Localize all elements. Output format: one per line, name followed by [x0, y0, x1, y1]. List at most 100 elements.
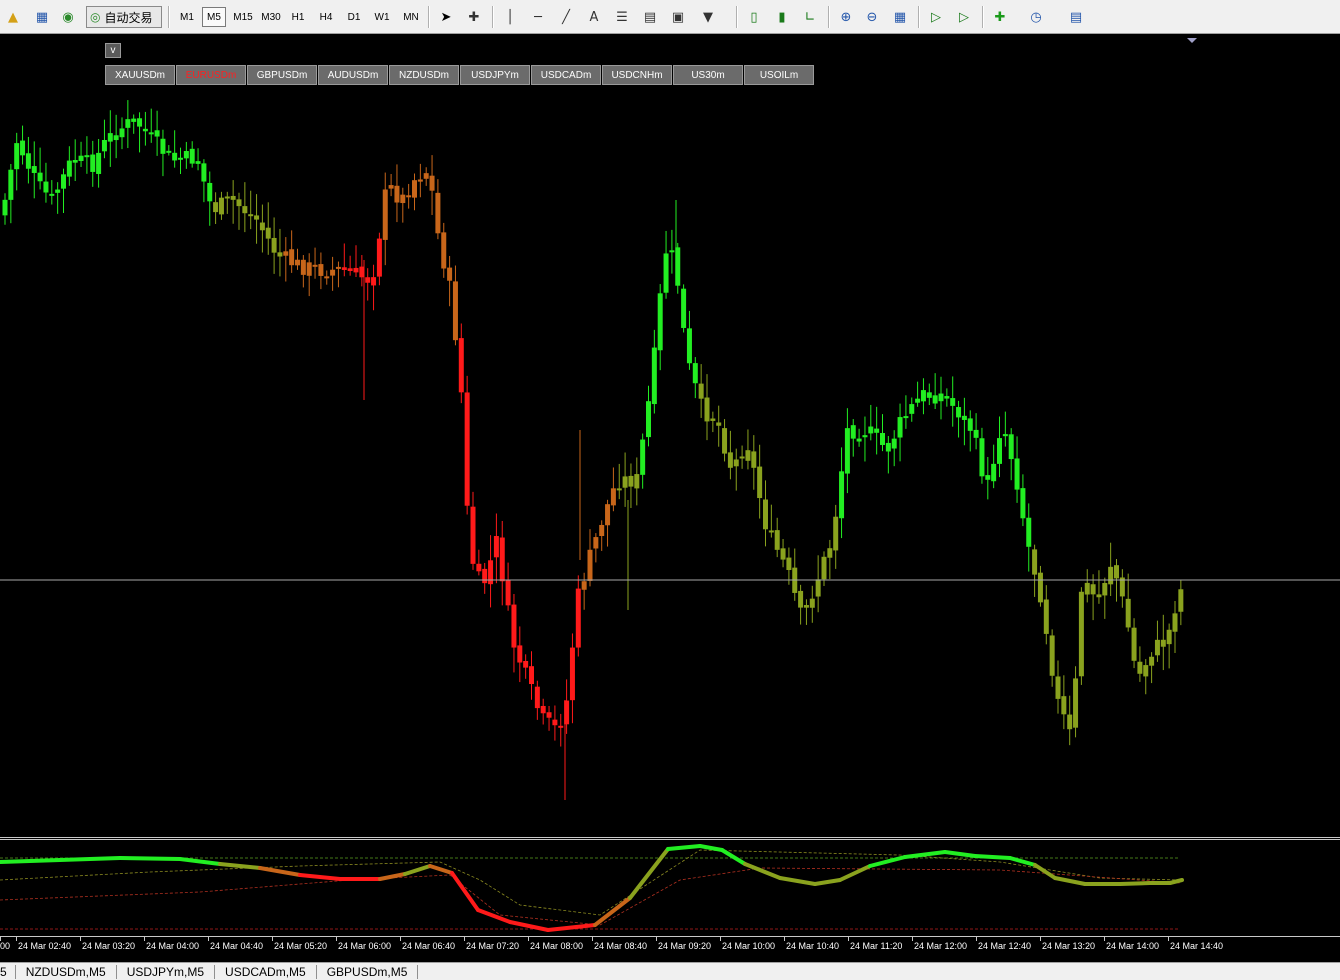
tile-windows-icon[interactable]: ▦: [890, 7, 910, 27]
text-tool-icon[interactable]: A: [584, 7, 604, 27]
channel-icon[interactable]: ▤: [640, 7, 660, 27]
autoscroll-icon[interactable]: ▷: [926, 7, 946, 27]
zoom-in-icon[interactable]: ⊕: [836, 7, 856, 27]
collapse-button[interactable]: v: [105, 43, 121, 58]
trendline-icon[interactable]: ╱: [556, 7, 576, 27]
candle-body: [1102, 582, 1108, 596]
candle-body: [271, 237, 277, 253]
chart-tab[interactable]: NZDUSDm,M5: [16, 964, 117, 979]
timeframe-m30[interactable]: M30: [258, 7, 284, 27]
candle-body: [862, 435, 868, 438]
horizontal-line-icon[interactable]: ─: [528, 7, 548, 27]
oscillator-segment: [178, 857, 222, 866]
chart-shift-icon[interactable]: ▷: [954, 7, 974, 27]
folder-icon[interactable]: ▲: [3, 7, 23, 27]
line-chart-icon[interactable]: ∟: [800, 7, 820, 27]
timeframe-m5[interactable]: M5: [202, 7, 226, 27]
chart-tab[interactable]: USDJPYm,M5: [117, 964, 216, 979]
candle-body: [447, 267, 453, 281]
auto-trading-button[interactable]: ◎ 自动交易: [86, 6, 162, 28]
candle-body: [938, 393, 944, 402]
candle-body: [1166, 629, 1172, 645]
profiles-icon[interactable]: ▦: [32, 7, 52, 27]
candle-body: [423, 173, 429, 179]
oscillator-segment: [450, 871, 480, 912]
timeframe-h1[interactable]: H1: [286, 7, 310, 27]
cursor-icon[interactable]: ➤: [436, 7, 456, 27]
candle-body: [1008, 434, 1014, 460]
symbol-button-eurusdm[interactable]: EURUSDm: [176, 65, 246, 85]
candle-body: [780, 548, 786, 560]
candle-body: [844, 428, 850, 474]
chart-tab[interactable]: GBPUSDm,M5: [317, 964, 419, 979]
timeframe-d1[interactable]: D1: [342, 7, 366, 27]
label-tool-icon[interactable]: ▣: [668, 7, 688, 27]
crosshair-icon[interactable]: ✚: [464, 7, 484, 27]
templates-icon[interactable]: ▤: [1066, 7, 1086, 27]
auto-trading-label: 自动交易: [104, 10, 153, 25]
chart-tab[interactable]: 5: [0, 964, 16, 979]
candle-body: [353, 267, 359, 273]
candle-body: [295, 259, 300, 266]
time-tick: [848, 937, 849, 941]
symbol-button-nzdusdm[interactable]: NZDUSDm: [389, 65, 459, 85]
symbol-button-usdcadm[interactable]: USDCADm: [531, 65, 601, 85]
periods-icon[interactable]: ◷: [1026, 7, 1046, 27]
symbol-button-xauusdm[interactable]: XAUUSDm: [105, 65, 175, 85]
candle-body: [610, 488, 616, 506]
candle-body: [137, 118, 143, 127]
candle-body: [1125, 598, 1131, 628]
signal-icon[interactable]: ◉: [58, 7, 78, 27]
symbol-button-usoilm[interactable]: USOILm: [744, 65, 814, 85]
candle-body: [101, 140, 107, 152]
symbol-button-usdjpym[interactable]: USDJPYm: [460, 65, 530, 85]
candle-body: [1149, 656, 1155, 666]
candle-body: [517, 645, 523, 663]
time-tick: [336, 937, 337, 941]
oscillator-segment: [838, 864, 872, 882]
symbol-button-usdcnhm[interactable]: USDCNHm: [602, 65, 672, 85]
candle-body: [926, 392, 932, 398]
vertical-line-icon[interactable]: │: [500, 7, 520, 27]
candle-body: [1067, 714, 1073, 730]
candle-body: [335, 266, 341, 269]
oscillator-segment: [1168, 878, 1184, 885]
timeframe-w1[interactable]: W1: [370, 7, 394, 27]
candle-body: [283, 251, 289, 256]
timeframe-m15[interactable]: M15: [230, 7, 256, 27]
candle-body: [821, 556, 827, 580]
bar-chart-icon[interactable]: ▯: [744, 7, 764, 27]
symbol-button-gbpusdm[interactable]: GBPUSDm: [247, 65, 317, 85]
candle-body: [1043, 599, 1049, 634]
candle-body: [259, 222, 265, 231]
indicators-icon[interactable]: ✚: [990, 7, 1010, 27]
shapes-dropdown-icon[interactable]: ▼: [698, 7, 718, 27]
candle-body: [43, 181, 49, 193]
oscillator-segment: [1118, 881, 1152, 886]
time-label: 24 Mar 09:20: [658, 941, 712, 951]
candle-body: [119, 128, 125, 138]
timeframe-m1[interactable]: M1: [174, 7, 200, 27]
zoom-out-icon[interactable]: ⊖: [862, 7, 882, 27]
symbol-button-audusdm[interactable]: AUDUSDm: [318, 65, 388, 85]
oscillator-segment: [903, 850, 947, 859]
candle-body: [511, 604, 517, 648]
timeframe-mn[interactable]: MN: [398, 7, 424, 27]
candlestick-icon[interactable]: ▮: [772, 7, 792, 27]
candle-body: [90, 154, 96, 172]
candle-body: [634, 474, 640, 489]
candle-body: [997, 438, 1002, 464]
candle-body: [84, 155, 90, 158]
candle-body: [558, 725, 564, 728]
chart-tab[interactable]: USDCADm,M5: [215, 964, 317, 979]
indicator-window[interactable]: [0, 840, 1340, 936]
time-tick: [80, 937, 81, 941]
candle-body: [1114, 565, 1119, 579]
candle-body: [903, 416, 909, 419]
price-chart[interactable]: v XAUUSDm EURUSDm GBPUSDm AUDUSDm NZDUSDm USD…: [0, 35, 1340, 837]
timeframe-h4[interactable]: H4: [314, 7, 338, 27]
symbol-button-us30m[interactable]: US30m: [673, 65, 743, 85]
chart-tabs: 5 NZDUSDm,M5 USDJPYm,M5 USDCADm,M5 GBPUSDm,M…: [0, 962, 1340, 980]
fibonacci-icon[interactable]: ☰: [612, 7, 632, 27]
candle-body: [1143, 665, 1149, 677]
